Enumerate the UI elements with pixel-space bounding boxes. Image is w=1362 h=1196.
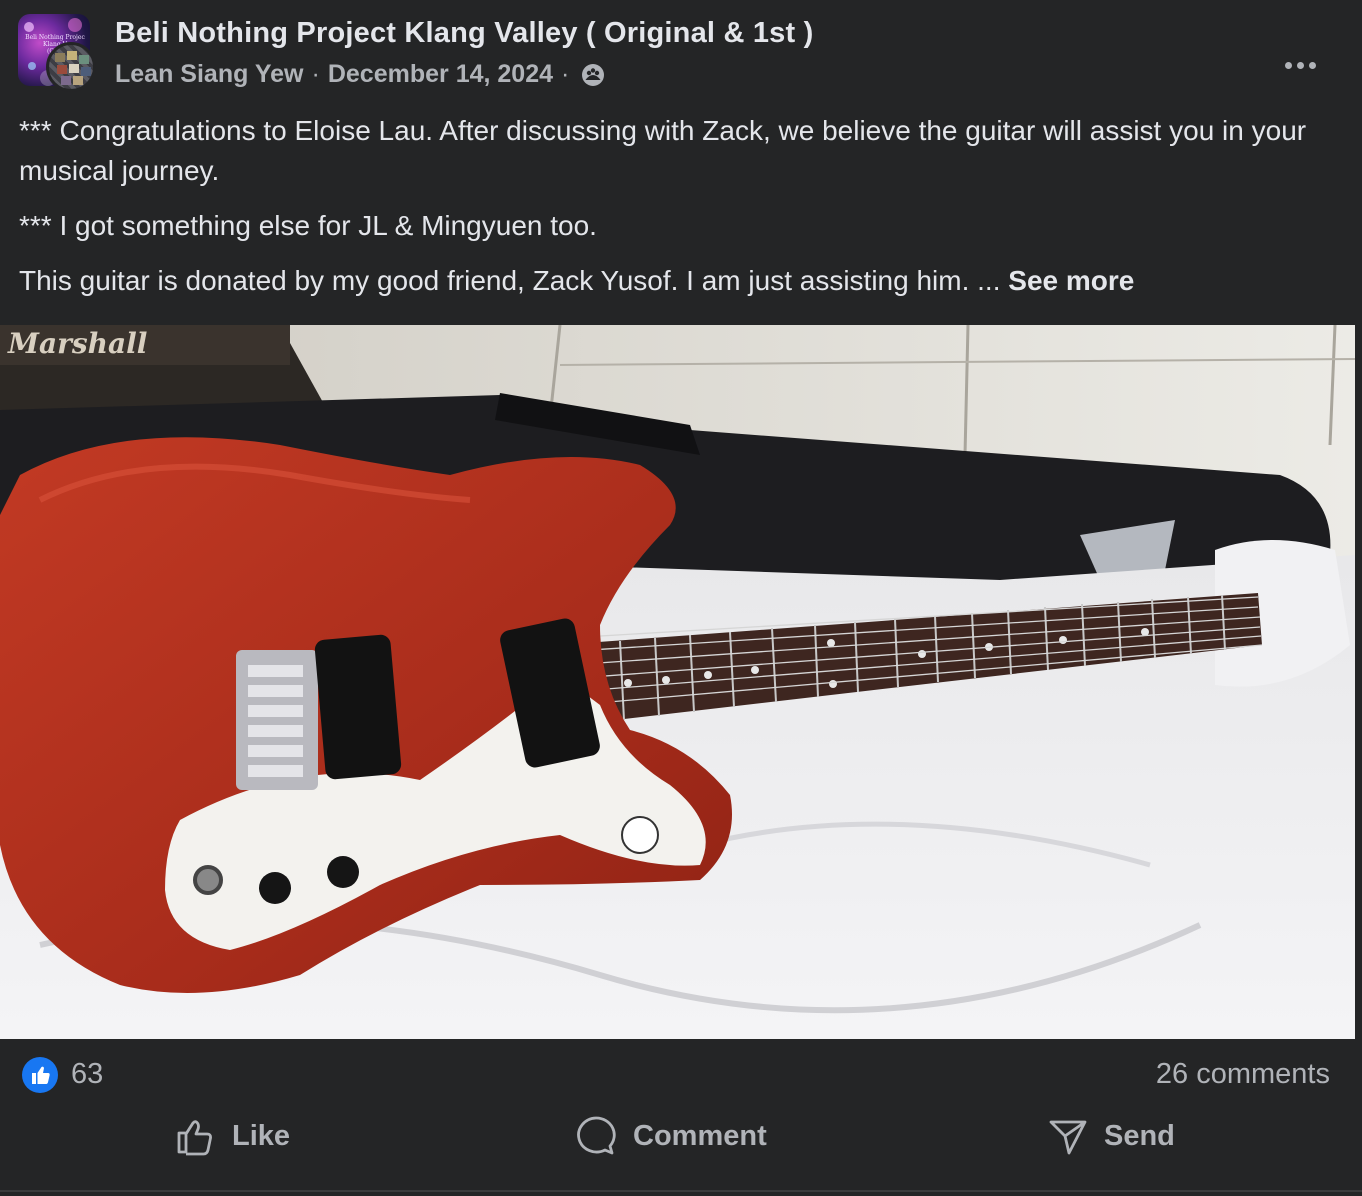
thumbs-up-icon (177, 1120, 212, 1156)
user-avatar[interactable] (46, 42, 96, 92)
post-action-bar: Like Comment Send (0, 1104, 1362, 1168)
post-date-link[interactable]: December 14, 2024 (328, 60, 553, 89)
more-options-icon (1284, 61, 1292, 69)
speech-bubble-icon (577, 1116, 616, 1155)
post-paragraph-text: This guitar is donated by my good friend… (19, 265, 1009, 296)
send-button-label: Send (1104, 1119, 1175, 1152)
post-paragraph: This guitar is donated by my good friend… (19, 261, 1329, 301)
comment-button-label: Comment (633, 1119, 767, 1152)
post-meta: Lean Siang Yew · December 14, 2024 · (115, 60, 605, 89)
like-button[interactable]: Like (176, 1104, 290, 1168)
group-name-link[interactable]: Beli Nothing Project Klang Valley ( Orig… (115, 17, 813, 50)
send-button[interactable]: Send (1048, 1104, 1175, 1168)
guitar-photo-illustration: Marshall (0, 325, 1355, 1039)
divider (0, 1190, 1362, 1192)
reaction-count[interactable]: 63 (71, 1058, 103, 1091)
meta-separator: · (311, 60, 320, 88)
post-header: Beli Nothing Projec Klang V (Orig Beli N… (18, 14, 1362, 100)
post-body: *** Congratulations to Eloise Lau. After… (19, 111, 1329, 301)
post-paragraph: *** I got something else for JL & Mingyu… (19, 210, 597, 241)
post-paragraph: *** Congratulations to Eloise Lau. After… (19, 115, 1307, 186)
post-photo[interactable]: Marshall (0, 325, 1355, 1039)
group-members-icon[interactable] (581, 63, 605, 87)
see-more-link[interactable]: See more (1008, 265, 1134, 296)
more-options-button[interactable] (1276, 48, 1324, 82)
author-name-link[interactable]: Lean Siang Yew (115, 60, 304, 89)
comment-count-link[interactable]: 26 comments (1156, 1058, 1330, 1091)
avatar-stack[interactable]: Beli Nothing Projec Klang V (Orig (18, 14, 98, 94)
meta-separator: · (561, 60, 570, 88)
amp-logo-text: Marshall (7, 327, 147, 360)
comment-button[interactable]: Comment (575, 1104, 767, 1168)
send-arrow-icon (1049, 1120, 1087, 1155)
like-button-label: Like (232, 1119, 291, 1152)
like-thumb-icon[interactable] (22, 1057, 58, 1093)
reactions-bar: 63 26 comments (22, 1054, 1330, 1094)
